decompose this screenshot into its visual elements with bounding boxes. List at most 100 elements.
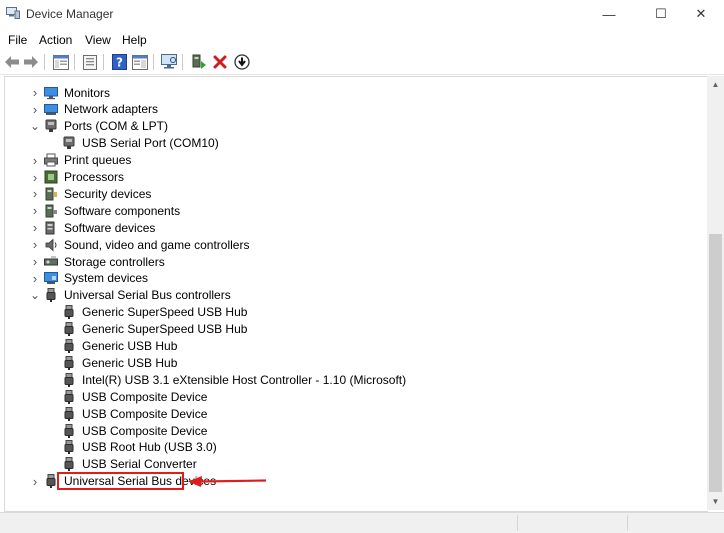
tree-category-node[interactable]: Security devices (44, 185, 151, 202)
usb-icon (62, 406, 76, 421)
tree-device-node[interactable]: Generic SuperSpeed USB Hub (62, 321, 247, 338)
tree-category-node[interactable]: Monitors (44, 84, 110, 101)
collapse-chevron-right-icon[interactable]: › (30, 253, 40, 270)
tree-node-label: Processors (64, 170, 125, 184)
tree-node-label: USB Root Hub (USB 3.0) (82, 440, 217, 455)
status-segment (627, 515, 724, 531)
collapse-chevron-right-icon[interactable]: › (30, 169, 40, 186)
menu-action[interactable]: Action (39, 33, 72, 47)
help-button[interactable]: ? (110, 53, 128, 71)
down-arrow-circle-icon (234, 54, 250, 70)
menu-help[interactable]: Help (122, 33, 147, 47)
uninstall-device-button[interactable] (211, 53, 229, 71)
tree-node-label: Generic SuperSpeed USB Hub (82, 322, 248, 337)
tree-node-label: USB Composite Device (82, 389, 208, 404)
tree-node-label: Generic USB Hub (82, 339, 178, 353)
expand-chevron-down-icon[interactable]: ⌄ (30, 287, 40, 304)
tree-category-node[interactable]: Sound, video and game controllers (44, 236, 249, 253)
vertical-scrollbar[interactable]: ▲ ▼ (707, 76, 724, 510)
security-device-icon (44, 187, 58, 201)
tree-device-node[interactable]: USB Serial Converter (62, 456, 197, 473)
expand-chevron-down-icon[interactable]: ⌄ (30, 118, 40, 135)
tree-device-node[interactable]: USB Root Hub (USB 3.0) (62, 439, 217, 456)
collapse-chevron-right-icon[interactable]: › (30, 101, 40, 118)
port-icon (44, 119, 58, 133)
network-adapter-icon (44, 102, 58, 116)
collapse-chevron-right-icon[interactable]: › (30, 202, 40, 219)
collapse-chevron-right-icon[interactable]: › (30, 84, 40, 101)
system-device-icon (44, 271, 58, 285)
tree-category-node[interactable]: Ports (COM & LPT) (44, 118, 168, 135)
tree-category-node[interactable]: Network adapters (44, 101, 158, 118)
port-icon (62, 136, 76, 150)
update-driver-button[interactable] (190, 53, 208, 71)
monitor-icon (44, 86, 58, 100)
tree-node-label: System devices (64, 271, 149, 286)
collapse-chevron-right-icon[interactable]: › (30, 152, 40, 169)
menu-bar: File Action View Help (0, 30, 724, 50)
tree-node-label: USB Composite Device (82, 406, 208, 421)
usb-icon (62, 440, 76, 455)
tree-node-label: Software devices (64, 220, 156, 235)
tree-device-node[interactable]: USB Serial Port (COM10) (62, 135, 219, 152)
maximize-icon: ☐ (655, 6, 667, 21)
usb-icon (62, 339, 76, 353)
usb-icon (62, 305, 76, 320)
tree-device-node[interactable]: USB Composite Device (62, 388, 207, 405)
forward-arrow-icon (24, 56, 38, 68)
tree-category-node[interactable]: Software devices (44, 219, 155, 236)
disable-device-button[interactable] (233, 53, 251, 71)
collapse-chevron-right-icon[interactable]: › (30, 473, 40, 490)
action-pane-button[interactable] (131, 53, 149, 71)
uninstall-x-icon (213, 55, 227, 69)
tree-device-node[interactable]: Generic USB Hub (62, 354, 177, 371)
toolbar-separator (74, 54, 75, 70)
show-hide-console-tree-button[interactable] (52, 53, 70, 71)
properties-button[interactable] (81, 53, 99, 71)
tree-category-node[interactable]: Storage controllers (44, 253, 165, 270)
usb-icon (62, 389, 76, 404)
speaker-icon (44, 238, 58, 252)
tree-category-node[interactable]: Processors (44, 169, 124, 186)
tree-category-node[interactable]: Print queues (44, 152, 131, 169)
usb-icon (62, 423, 76, 438)
collapse-chevron-right-icon[interactable]: › (30, 185, 40, 202)
back-arrow-icon (5, 56, 19, 68)
forward-button[interactable] (22, 53, 40, 71)
tree-node-label: Universal Serial Bus controllers (64, 288, 231, 303)
scroll-down-arrow-icon[interactable]: ▼ (707, 493, 724, 510)
tree-node-label: Sound, video and game controllers (64, 237, 250, 252)
device-tree[interactable]: › Monitors › Network adapters ⌄ Ports (COM & … (4, 76, 708, 512)
tree-node-label: USB Serial Converter (82, 457, 197, 472)
close-button[interactable]: ✕ (678, 0, 724, 28)
toolbar-separator (103, 54, 104, 70)
tree-category-node[interactable]: Software components (44, 202, 180, 219)
status-bar (0, 512, 724, 533)
tree-device-node[interactable]: Generic SuperSpeed USB Hub (62, 304, 247, 321)
scan-hardware-button[interactable] (160, 53, 178, 71)
tree-category-node[interactable]: Universal Serial Bus controllers (44, 287, 231, 304)
back-button[interactable] (3, 53, 21, 71)
window-title: Device Manager (26, 7, 114, 21)
tree-node-label: Print queues (64, 153, 132, 168)
toolbar: ? (0, 50, 724, 75)
collapse-chevron-right-icon[interactable]: › (30, 219, 40, 236)
menu-view[interactable]: View (85, 33, 111, 47)
minimize-button[interactable]: — (586, 0, 632, 28)
scroll-thumb[interactable] (709, 234, 722, 492)
scroll-up-arrow-icon[interactable]: ▲ (707, 76, 724, 93)
status-segment (517, 515, 628, 531)
menu-file[interactable]: File (8, 33, 27, 47)
tree-node-label: Generic USB Hub (82, 355, 178, 370)
collapse-chevron-right-icon[interactable]: › (30, 236, 40, 253)
toolbar-separator (182, 54, 183, 70)
tree-category-node[interactable]: System devices (44, 270, 148, 287)
tree-device-node[interactable]: Intel(R) USB 3.1 eXtensible Host Control… (62, 371, 406, 388)
tree-node-label: USB Serial Port (COM10) (82, 136, 219, 151)
tree-device-node[interactable]: USB Composite Device (62, 405, 207, 422)
tree-node-label: Security devices (64, 186, 152, 201)
collapse-chevron-right-icon[interactable]: › (30, 270, 40, 287)
tree-device-node[interactable]: Generic USB Hub (62, 338, 177, 355)
tree-device-node[interactable]: USB Composite Device (62, 422, 207, 439)
usb-icon (62, 355, 76, 370)
